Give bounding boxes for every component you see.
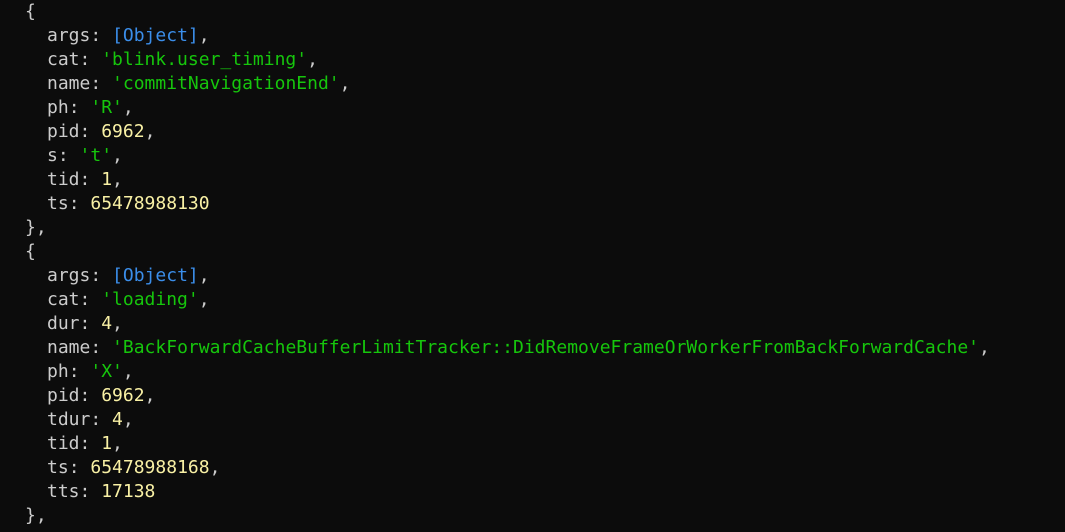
colon-separator: : (79, 289, 102, 310)
colon-separator: : (90, 409, 113, 430)
field-value: 't' (79, 145, 113, 166)
field-key: cat (47, 49, 80, 70)
colon-separator: : (90, 337, 113, 358)
object-field: cat: 'loading', (25, 288, 1065, 312)
object-field: args: [Object], (25, 24, 1065, 48)
object-field: tid: 1, (25, 432, 1065, 456)
colon-separator: : (79, 49, 102, 70)
field-key: tid (47, 169, 80, 190)
comma-separator: , (112, 433, 123, 454)
field-key: ts (47, 457, 69, 478)
colon-separator: : (90, 25, 113, 46)
comma-separator: , (209, 457, 221, 478)
colon-separator: : (57, 145, 80, 166)
object-open-brace: { (25, 241, 36, 262)
comma-separator: , (198, 265, 210, 286)
field-value: 6962 (101, 121, 145, 142)
field-key: ph (47, 361, 69, 382)
comma-separator: , (979, 337, 990, 358)
field-key: tid (47, 433, 80, 454)
console-output: {args: [Object], cat: 'blink.user_timing'… (25, 0, 1065, 528)
colon-separator: : (79, 313, 102, 334)
field-key: s (47, 145, 58, 166)
colon-separator: : (79, 481, 102, 502)
field-key: tdur (47, 409, 91, 430)
object-field: cat: 'blink.user_timing', (25, 48, 1065, 72)
field-value: 17138 (101, 481, 156, 502)
object-open-brace: { (25, 1, 36, 22)
comma-separator: , (144, 121, 156, 142)
comma-separator: , (144, 385, 156, 406)
field-value: [Object] (112, 25, 199, 46)
comma-separator: , (198, 289, 210, 310)
field-value: 65478988168 (90, 457, 210, 478)
field-value: 'loading' (101, 289, 199, 310)
object-field: tts: 17138 (25, 480, 1065, 504)
colon-separator: : (68, 193, 91, 214)
object-field: ts: 65478988168, (25, 456, 1065, 480)
comma-separator: , (112, 313, 123, 334)
field-key: name (47, 337, 91, 358)
field-key: pid (47, 121, 80, 142)
colon-separator: : (79, 121, 102, 142)
field-key: pid (47, 385, 80, 406)
object-close-brace: }, (25, 505, 47, 526)
field-key: dur (47, 313, 80, 334)
field-value: [Object] (112, 265, 199, 286)
object-field: ph: 'R', (25, 96, 1065, 120)
field-key: args (47, 265, 91, 286)
field-value: 4 (101, 313, 113, 334)
field-key: args (47, 25, 91, 46)
comma-separator: , (122, 97, 134, 118)
colon-separator: : (68, 457, 91, 478)
object-field: name: 'commitNavigationEnd', (25, 72, 1065, 96)
object-field: dur: 4, (25, 312, 1065, 336)
field-value: 'X' (90, 361, 123, 382)
object-field: tdur: 4, (25, 408, 1065, 432)
field-key: name (47, 73, 91, 94)
comma-separator: , (198, 25, 210, 46)
object-field: name: 'BackForwardCacheBufferLimitTracke… (25, 336, 1065, 360)
object-field: args: [Object], (25, 264, 1065, 288)
field-value: 'blink.user_timing' (101, 49, 308, 70)
field-key: ts (47, 193, 69, 214)
object-field: pid: 6962, (25, 384, 1065, 408)
colon-separator: : (79, 433, 102, 454)
comma-separator: , (122, 409, 134, 430)
comma-separator: , (112, 169, 123, 190)
field-value: 1 (101, 169, 113, 190)
field-value: 1 (101, 433, 113, 454)
object-field: tid: 1, (25, 168, 1065, 192)
comma-separator: , (339, 73, 351, 94)
object-close-brace: }, (25, 217, 47, 238)
comma-separator: , (112, 145, 123, 166)
colon-separator: : (68, 97, 91, 118)
comma-separator: , (307, 49, 318, 70)
field-value: 4 (112, 409, 123, 430)
field-value: 6962 (101, 385, 145, 406)
colon-separator: : (90, 73, 113, 94)
colon-separator: : (68, 361, 91, 382)
field-key: cat (47, 289, 80, 310)
field-key: ph (47, 97, 69, 118)
colon-separator: : (79, 169, 102, 190)
object-field: ph: 'X', (25, 360, 1065, 384)
field-value: 'BackForwardCacheBufferLimitTracker::Did… (112, 337, 979, 358)
object-field: ts: 65478988130 (25, 192, 1065, 216)
field-value: 65478988130 (90, 193, 210, 214)
object-field: s: 't', (25, 144, 1065, 168)
field-value: 'R' (90, 97, 123, 118)
comma-separator: , (122, 361, 134, 382)
colon-separator: : (90, 265, 113, 286)
colon-separator: : (79, 385, 102, 406)
field-value: 'commitNavigationEnd' (112, 73, 340, 94)
object-field: pid: 6962, (25, 120, 1065, 144)
field-key: tts (47, 481, 80, 502)
